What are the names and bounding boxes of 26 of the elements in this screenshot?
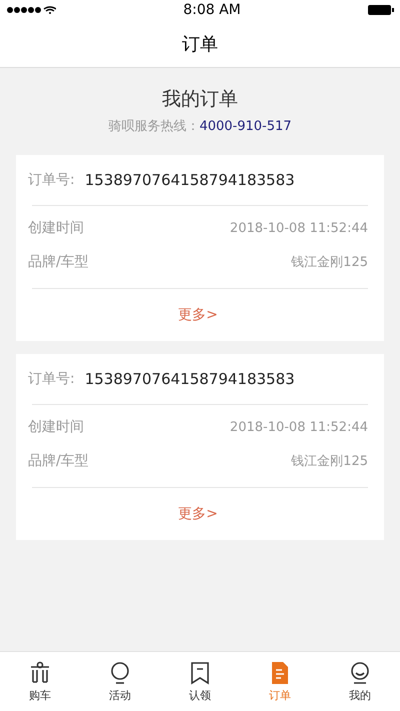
created-label: 创建时间 [28, 219, 84, 237]
page-heading: 我的订单 [162, 87, 238, 112]
model-value: 钱江金刚125 [291, 453, 368, 470]
hotline-number[interactable]: 4000-910-517 [199, 119, 292, 134]
bookmark-icon [188, 660, 212, 684]
model-label: 品牌/车型 [28, 452, 89, 470]
profile-icon [348, 660, 372, 684]
tab[interactable]: 认领 [170, 660, 230, 702]
model-value: 钱江金刚125 [291, 254, 368, 271]
nav-title: 订单 [182, 32, 218, 56]
order-number: 1538970764158794183583 [84, 171, 295, 189]
created-time: 2018-10-08 11:52:44 [230, 420, 368, 434]
bulb-icon [108, 660, 132, 684]
hotline-label: 骑呗服务热线： [108, 119, 200, 134]
signal-icon [6, 6, 56, 14]
tab[interactable]: 我的 [330, 660, 390, 702]
order-number-label: 订单号: [28, 171, 75, 189]
battery-icon [368, 5, 394, 15]
created-time: 2018-10-08 11:52:44 [230, 220, 368, 236]
status-time: 8:08 AM [183, 2, 241, 18]
created-label: 创建时间 [28, 418, 84, 436]
tab[interactable]: 购车 [10, 660, 70, 702]
order-number: 1538970764158794183583 [84, 370, 295, 388]
model-label: 品牌/车型 [28, 253, 89, 271]
tab[interactable]: 活动 [90, 660, 150, 702]
order-number-label: 订单号: [28, 370, 75, 388]
